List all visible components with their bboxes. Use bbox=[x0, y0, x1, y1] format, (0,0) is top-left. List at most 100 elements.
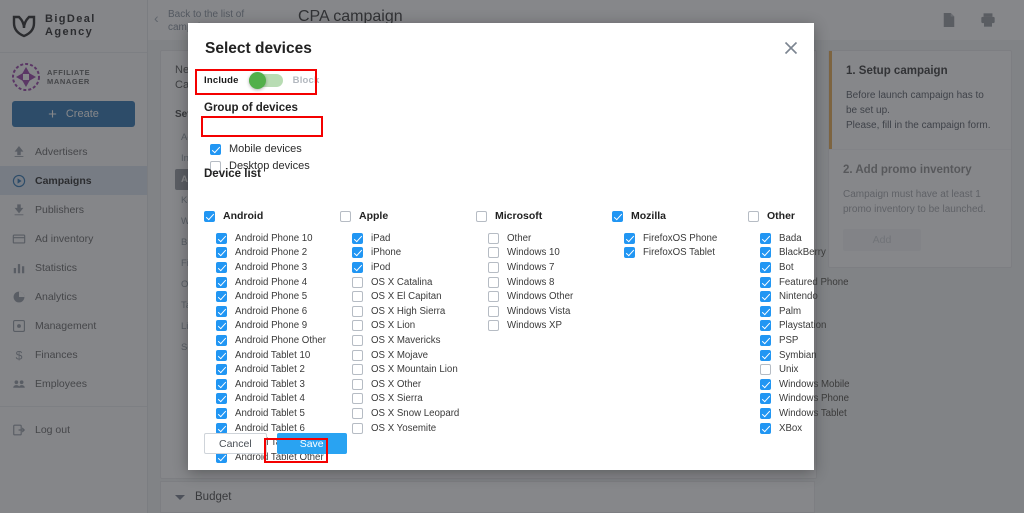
checkbox[interactable] bbox=[216, 305, 227, 317]
checkbox[interactable] bbox=[216, 378, 227, 390]
checkbox[interactable] bbox=[488, 247, 499, 259]
checkbox[interactable] bbox=[488, 261, 499, 273]
checkbox[interactable] bbox=[216, 349, 227, 361]
device-item[interactable]: Android Phone 9 bbox=[216, 319, 340, 334]
checkbox[interactable] bbox=[760, 364, 771, 376]
device-item[interactable]: Windows Mobile bbox=[760, 377, 884, 392]
checkbox[interactable] bbox=[488, 232, 499, 244]
device-item[interactable]: Bot bbox=[760, 260, 884, 275]
checkbox[interactable] bbox=[760, 334, 771, 346]
checkbox[interactable] bbox=[488, 305, 499, 317]
device-item[interactable]: PSP bbox=[760, 333, 884, 348]
checkbox[interactable] bbox=[760, 320, 771, 332]
device-item[interactable]: OS X El Capitan bbox=[352, 289, 476, 304]
device-item[interactable]: Symbian bbox=[760, 348, 884, 363]
device-item[interactable]: Nintendo bbox=[760, 289, 884, 304]
device-item[interactable]: Android Phone 3 bbox=[216, 260, 340, 275]
checkbox[interactable] bbox=[488, 276, 499, 288]
device-item[interactable]: Android Tablet 10 bbox=[216, 348, 340, 363]
checkbox[interactable] bbox=[748, 210, 759, 222]
checkbox[interactable] bbox=[204, 210, 215, 222]
checkbox[interactable] bbox=[488, 291, 499, 303]
checkbox[interactable] bbox=[352, 276, 363, 288]
checkbox[interactable] bbox=[210, 143, 221, 155]
checkbox[interactable] bbox=[352, 305, 363, 317]
device-item[interactable]: OS X Snow Leopard bbox=[352, 406, 476, 421]
checkbox[interactable] bbox=[476, 210, 487, 222]
checkbox[interactable] bbox=[340, 210, 351, 222]
checkbox[interactable] bbox=[624, 232, 635, 244]
device-item[interactable]: Windows Phone bbox=[760, 392, 884, 407]
device-item[interactable]: OS X Sierra bbox=[352, 392, 476, 407]
device-item[interactable]: Bada bbox=[760, 231, 884, 246]
close-icon[interactable] bbox=[782, 39, 800, 57]
device-item[interactable]: FirefoxOS Tablet bbox=[624, 246, 748, 261]
checkbox[interactable] bbox=[760, 261, 771, 273]
checkbox[interactable] bbox=[612, 210, 623, 222]
device-item[interactable]: iPhone bbox=[352, 246, 476, 261]
device-item[interactable]: OS X Yosemite bbox=[352, 421, 476, 436]
checkbox[interactable] bbox=[760, 291, 771, 303]
checkbox[interactable] bbox=[352, 334, 363, 346]
checkbox[interactable] bbox=[216, 247, 227, 259]
device-item[interactable]: Android Phone 6 bbox=[216, 304, 340, 319]
device-column-header[interactable]: Mozilla bbox=[612, 208, 748, 224]
device-item[interactable]: Android Phone 10 bbox=[216, 231, 340, 246]
device-item[interactable]: Android Phone 2 bbox=[216, 246, 340, 261]
checkbox[interactable] bbox=[216, 276, 227, 288]
device-item[interactable]: Android Tablet 2 bbox=[216, 362, 340, 377]
device-item[interactable]: BlackBerry bbox=[760, 246, 884, 261]
checkbox[interactable] bbox=[352, 407, 363, 419]
checkbox[interactable] bbox=[352, 261, 363, 273]
checkbox[interactable] bbox=[216, 334, 227, 346]
device-item[interactable]: Windows XP bbox=[488, 319, 612, 334]
checkbox[interactable] bbox=[216, 291, 227, 303]
device-item[interactable]: Palm bbox=[760, 304, 884, 319]
checkbox[interactable] bbox=[216, 407, 227, 419]
checkbox[interactable] bbox=[352, 232, 363, 244]
checkbox[interactable] bbox=[352, 393, 363, 405]
checkbox[interactable] bbox=[488, 320, 499, 332]
device-item[interactable]: Windows Other bbox=[488, 289, 612, 304]
device-column-header[interactable]: Apple bbox=[340, 208, 476, 224]
device-item[interactable]: FirefoxOS Phone bbox=[624, 231, 748, 246]
device-item[interactable]: Android Tablet 5 bbox=[216, 406, 340, 421]
checkbox[interactable] bbox=[760, 378, 771, 390]
device-item[interactable]: Android Phone 4 bbox=[216, 275, 340, 290]
checkbox[interactable] bbox=[216, 393, 227, 405]
device-item[interactable]: Windows Tablet bbox=[760, 406, 884, 421]
checkbox[interactable] bbox=[216, 320, 227, 332]
checkbox[interactable] bbox=[216, 232, 227, 244]
device-column-header[interactable]: Microsoft bbox=[476, 208, 612, 224]
device-item[interactable]: Windows Vista bbox=[488, 304, 612, 319]
device-item[interactable]: Android Tablet 4 bbox=[216, 392, 340, 407]
cancel-button[interactable]: Cancel bbox=[204, 433, 267, 454]
device-item[interactable]: iPad bbox=[352, 231, 476, 246]
device-item[interactable]: Windows 10 bbox=[488, 246, 612, 261]
checkbox[interactable] bbox=[624, 247, 635, 259]
device-item[interactable]: OS X Mojave bbox=[352, 348, 476, 363]
checkbox[interactable] bbox=[216, 422, 227, 434]
device-item[interactable]: OS X Mountain Lion bbox=[352, 362, 476, 377]
device-item[interactable]: Playstation bbox=[760, 319, 884, 334]
checkbox[interactable] bbox=[352, 291, 363, 303]
checkbox[interactable] bbox=[760, 349, 771, 361]
checkbox[interactable] bbox=[760, 422, 771, 434]
device-item[interactable]: Unix bbox=[760, 362, 884, 377]
checkbox[interactable] bbox=[352, 349, 363, 361]
checkbox[interactable] bbox=[352, 422, 363, 434]
checkbox[interactable] bbox=[352, 320, 363, 332]
device-item[interactable]: iPod bbox=[352, 260, 476, 275]
device-item[interactable]: Android Phone 5 bbox=[216, 289, 340, 304]
device-item[interactable]: OS X Catalina bbox=[352, 275, 476, 290]
device-item[interactable]: XBox bbox=[760, 421, 884, 436]
checkbox[interactable] bbox=[216, 261, 227, 273]
device-item[interactable]: Android Tablet 3 bbox=[216, 377, 340, 392]
checkbox[interactable] bbox=[760, 247, 771, 259]
checkbox[interactable] bbox=[760, 305, 771, 317]
device-item[interactable]: Android Phone Other bbox=[216, 333, 340, 348]
device-column-header[interactable]: Android bbox=[204, 208, 340, 224]
device-item[interactable]: Windows 7 bbox=[488, 260, 612, 275]
checkbox[interactable] bbox=[352, 247, 363, 259]
device-item[interactable]: OS X Other bbox=[352, 377, 476, 392]
